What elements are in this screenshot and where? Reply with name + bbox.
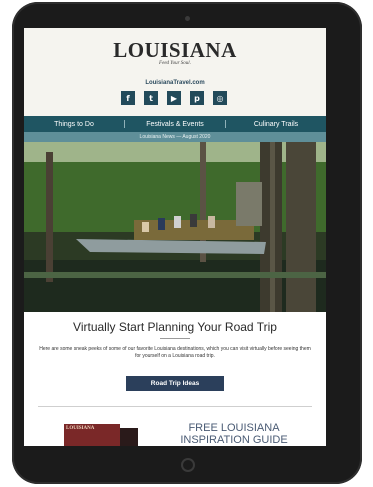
title-underline (160, 338, 190, 339)
nav-item-festivals-events[interactable]: Festivals & Events (125, 121, 225, 128)
section-title: Virtually Start Planning Your Road Trip (73, 320, 277, 334)
twitter-icon[interactable]: t (144, 91, 158, 105)
instagram-icon[interactable]: ◎ (213, 91, 227, 105)
brand-tagline: Feed Your Soul. (159, 61, 191, 66)
home-button[interactable] (181, 458, 195, 472)
nav-item-things-to-do[interactable]: Things to Do (24, 121, 124, 128)
nav-item-culinary-trails[interactable]: Culinary Trails (226, 121, 326, 128)
youtube-icon[interactable]: ▶ (167, 91, 181, 105)
facebook-icon[interactable]: f (121, 91, 135, 105)
pinterest-icon[interactable]: p (190, 91, 204, 105)
brand-logo[interactable]: LOUISIANA (24, 38, 326, 63)
nav-bar: Things to Do Festivals & Events Culinary… (24, 116, 326, 132)
email-screen: LOUISIANA Feed Your Soul. LouisianaTrave… (24, 28, 326, 446)
guide-title[interactable]: FREE LOUISIANA INSPIRATION GUIDE (164, 422, 304, 446)
section-body: Here are some sneak peeks of some of our… (39, 346, 311, 359)
site-link[interactable]: LouisianaTravel.com (24, 80, 326, 86)
social-links: f t ▶ p ◎ (121, 91, 227, 105)
camera-lens (185, 16, 190, 21)
section-divider (38, 406, 312, 407)
road-trip-ideas-button[interactable]: Road Trip Ideas (126, 376, 224, 391)
guide-cover-image-back (120, 428, 138, 446)
email-header: LOUISIANA Feed Your Soul. LouisianaTrave… (24, 28, 326, 116)
guide-cover-text: LOUISIANA (66, 426, 95, 431)
issue-date-bar: Louisiana News — August 2020 (24, 132, 326, 142)
hero-image[interactable] (24, 142, 326, 312)
